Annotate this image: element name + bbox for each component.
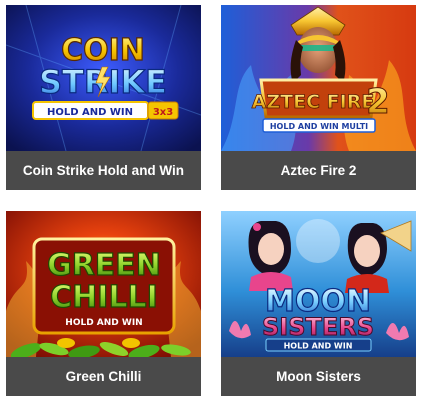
logo-badge: HOLD AND WIN bbox=[47, 107, 133, 118]
logo-line1: AZTEC FIRE bbox=[252, 91, 375, 113]
green-chilli-artwork: GREEN CHILLI HOLD AND WIN bbox=[6, 211, 201, 357]
sister-left bbox=[248, 221, 293, 291]
game-card-aztec-fire-2[interactable]: AZTEC FIRE 2 HOLD AND WIN MULTI Aztec Fi… bbox=[221, 5, 416, 190]
logo-badge-extra: 3x3 bbox=[153, 107, 173, 118]
game-title[interactable]: Aztec Fire 2 bbox=[221, 151, 416, 190]
game-card-coin-strike[interactable]: COIN STRIKE HOLD AND WIN 3x3 Coin Strike… bbox=[6, 5, 201, 190]
game-card-green-chilli[interactable]: GREEN CHILLI HOLD AND WIN Green Chilli bbox=[6, 211, 201, 396]
game-thumbnail-coin-strike[interactable]: COIN STRIKE HOLD AND WIN 3x3 bbox=[6, 5, 201, 151]
logo-badge: HOLD AND WIN bbox=[284, 342, 353, 351]
game-thumbnail-aztec-fire-2[interactable]: AZTEC FIRE 2 HOLD AND WIN MULTI bbox=[221, 5, 416, 151]
game-title[interactable]: Coin Strike Hold and Win bbox=[6, 151, 201, 190]
game-title[interactable]: Green Chilli bbox=[6, 357, 201, 396]
logo-line2: CHILLI bbox=[50, 280, 158, 315]
logo-line2: SISTERS bbox=[262, 313, 374, 341]
game-thumbnail-green-chilli[interactable]: GREEN CHILLI HOLD AND WIN bbox=[6, 211, 201, 357]
game-title[interactable]: Moon Sisters bbox=[221, 357, 416, 396]
logo-badge: HOLD AND WIN bbox=[65, 318, 142, 328]
aztec-fire-2-artwork: AZTEC FIRE 2 HOLD AND WIN MULTI bbox=[221, 5, 416, 151]
moon-sisters-artwork: MOON SISTERS HOLD AND WIN bbox=[221, 211, 416, 357]
game-card-moon-sisters[interactable]: MOON SISTERS HOLD AND WIN Moon Sisters bbox=[221, 211, 416, 396]
game-thumbnail-moon-sisters[interactable]: MOON SISTERS HOLD AND WIN bbox=[221, 211, 416, 357]
logo-number: 2 bbox=[366, 82, 390, 122]
logo-line1: GREEN bbox=[47, 248, 161, 283]
coin-strike-artwork: COIN STRIKE HOLD AND WIN 3x3 bbox=[6, 5, 201, 151]
logo-badge: HOLD AND WIN MULTI bbox=[270, 122, 368, 131]
moon-icon bbox=[296, 219, 340, 263]
